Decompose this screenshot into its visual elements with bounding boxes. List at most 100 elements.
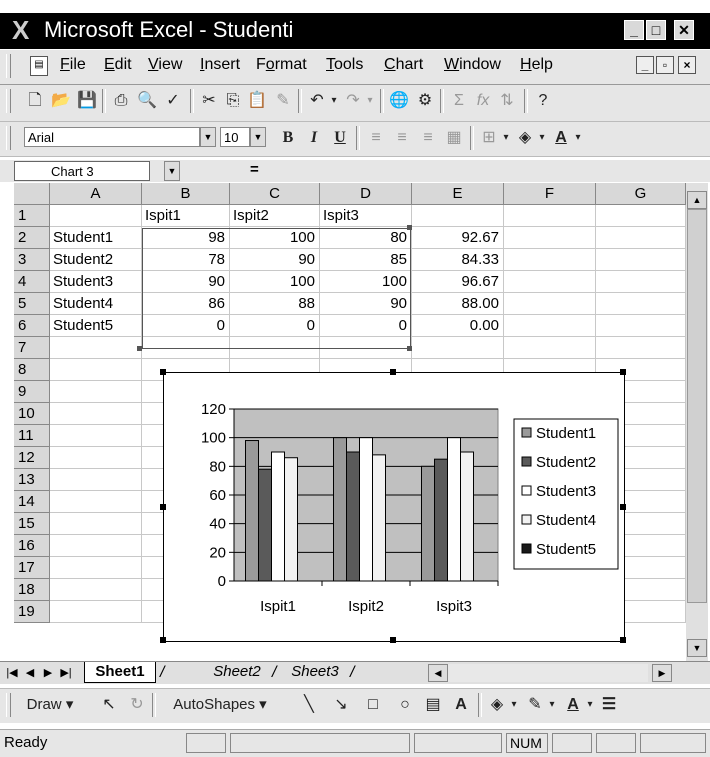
score-cell[interactable]: 90 [233, 249, 315, 271]
range-handle[interactable] [137, 346, 142, 351]
fill-color-dropdown-icon[interactable]: ▾ [536, 127, 548, 149]
row-header-18[interactable]: 18 [14, 579, 50, 601]
column-header-g[interactable]: G [596, 183, 686, 205]
student-name-cell[interactable]: Student4 [53, 293, 137, 315]
range-handle[interactable] [407, 225, 412, 230]
underline-button[interactable]: U [328, 127, 352, 149]
score-cell[interactable]: 90 [323, 293, 407, 315]
score-cell[interactable]: 0 [323, 315, 407, 337]
line-color-dropdown-icon[interactable]: ▾ [546, 694, 558, 716]
doc-restore-button[interactable]: ▫ [656, 56, 674, 74]
hyperlink-icon[interactable]: 🌐 [388, 90, 410, 112]
score-cell[interactable]: 90 [145, 271, 225, 293]
row-header-13[interactable]: 13 [14, 469, 50, 491]
next-sheet-icon[interactable]: ▶ [40, 665, 56, 681]
menu-help[interactable]: Help [520, 56, 553, 74]
arrow-icon[interactable]: ↘ [330, 694, 352, 716]
text-box-icon[interactable]: ▤ [422, 694, 444, 716]
web-toolbar-icon[interactable]: ⚙ [414, 90, 436, 112]
student-name-cell[interactable]: Student5 [53, 315, 137, 337]
formula-equals-sign[interactable]: = [250, 161, 259, 178]
cut-icon[interactable]: ✂ [198, 90, 220, 112]
column-header-f[interactable]: F [504, 183, 596, 205]
scroll-left-icon[interactable]: ◀ [428, 664, 448, 682]
align-right-icon[interactable]: ≡ [416, 127, 440, 149]
menu-insert[interactable]: Insert [200, 56, 240, 74]
font-color-dropdown-icon[interactable]: ▾ [584, 694, 596, 716]
chart-resize-handle[interactable] [160, 504, 166, 510]
horizontal-scrollbar[interactable] [448, 664, 648, 682]
first-sheet-icon[interactable]: |◀ [4, 665, 20, 681]
line-icon[interactable]: ╲ [298, 694, 320, 716]
free-rotate-icon[interactable]: ↻ [126, 694, 148, 716]
redo-dropdown-icon[interactable]: ▾ [364, 90, 376, 112]
tab-sheet1[interactable]: Sheet1 [84, 662, 156, 683]
score-cell[interactable]: 0 [233, 315, 315, 337]
column-header-e[interactable]: E [412, 183, 504, 205]
font-name-field[interactable]: Arial [24, 127, 200, 147]
undo-dropdown-icon[interactable]: ▾ [328, 90, 340, 112]
scroll-up-icon[interactable]: ▲ [687, 191, 707, 209]
borders-icon[interactable]: ⊞ [478, 127, 500, 149]
chart-resize-handle[interactable] [160, 369, 166, 375]
column-header-d[interactable]: D [320, 183, 412, 205]
font-color-icon[interactable]: A [562, 694, 584, 716]
row-header-16[interactable]: 16 [14, 535, 50, 557]
score-cell[interactable]: 0 [145, 315, 225, 337]
bold-button[interactable]: B [276, 127, 300, 149]
help-icon[interactable]: ? [532, 90, 554, 112]
rectangle-icon[interactable]: □ [362, 694, 384, 716]
average-cell[interactable]: 0.00 [415, 315, 499, 337]
row-header-12[interactable]: 12 [14, 447, 50, 469]
minimize-button[interactable]: _ [624, 20, 644, 40]
row-header-9[interactable]: 9 [14, 381, 50, 403]
select-all-corner[interactable] [14, 183, 50, 205]
font-size-dropdown-icon[interactable]: ▼ [250, 127, 266, 147]
column-header-b[interactable]: B [142, 183, 230, 205]
chart-resize-handle[interactable] [620, 504, 626, 510]
last-sheet-icon[interactable]: ▶| [58, 665, 74, 681]
fill-color-icon[interactable]: ◈ [514, 127, 536, 149]
merge-center-icon[interactable]: ▦ [442, 127, 466, 149]
font-name-dropdown-icon[interactable]: ▼ [200, 127, 216, 147]
close-button[interactable]: ✕ [674, 20, 694, 40]
score-cell[interactable]: 80 [323, 227, 407, 249]
menu-edit[interactable]: Edit [104, 56, 132, 74]
row-header-15[interactable]: 15 [14, 513, 50, 535]
student-name-cell[interactable]: Student3 [53, 271, 137, 293]
excel-icon[interactable]: X [12, 17, 40, 43]
average-cell[interactable]: 92.67 [415, 227, 499, 249]
row-header-4[interactable]: 4 [14, 271, 50, 293]
row-header-3[interactable]: 3 [14, 249, 50, 271]
new-icon[interactable]: 🗋 [24, 90, 46, 112]
menu-format[interactable]: Format [256, 56, 307, 74]
doc-minimize-button[interactable]: _ [636, 56, 654, 74]
range-handle[interactable] [407, 346, 412, 351]
header-cell[interactable]: Ispit2 [233, 205, 315, 227]
embedded-chart[interactable]: 0 20 40 60 80 100 120 Ispit1 Ispit2 Ispit3 Student… [163, 372, 625, 642]
spelling-icon[interactable]: ✓ [162, 90, 184, 112]
chart-resize-handle[interactable] [160, 637, 166, 643]
chart-resize-handle[interactable] [620, 369, 626, 375]
row-header-1[interactable]: 1 [14, 205, 50, 227]
row-header-10[interactable]: 10 [14, 403, 50, 425]
row-header-7[interactable]: 7 [14, 337, 50, 359]
tab-sheet3[interactable]: Sheet3 [282, 662, 348, 683]
open-icon[interactable]: 📂 [50, 90, 72, 112]
align-center-icon[interactable]: ≡ [390, 127, 414, 149]
menu-window[interactable]: Window [444, 56, 501, 74]
align-left-icon[interactable]: ≡ [364, 127, 388, 149]
chart-resize-handle[interactable] [390, 369, 396, 375]
menu-file[interactable]: File [60, 56, 86, 74]
vertical-scrollbar[interactable]: ▲ ▼ [686, 183, 708, 661]
formula-input[interactable] [276, 161, 708, 181]
row-header-6[interactable]: 6 [14, 315, 50, 337]
paste-icon[interactable]: 📋 [246, 90, 268, 112]
chart-resize-handle[interactable] [390, 637, 396, 643]
row-header-8[interactable]: 8 [14, 359, 50, 381]
menu-tools[interactable]: Tools [326, 56, 363, 74]
draw-menu-button[interactable]: Draw ▾ [20, 694, 80, 716]
menu-chart[interactable]: Chart [384, 56, 423, 74]
menu-view[interactable]: View [148, 56, 182, 74]
font-color-icon[interactable]: A [550, 127, 572, 149]
